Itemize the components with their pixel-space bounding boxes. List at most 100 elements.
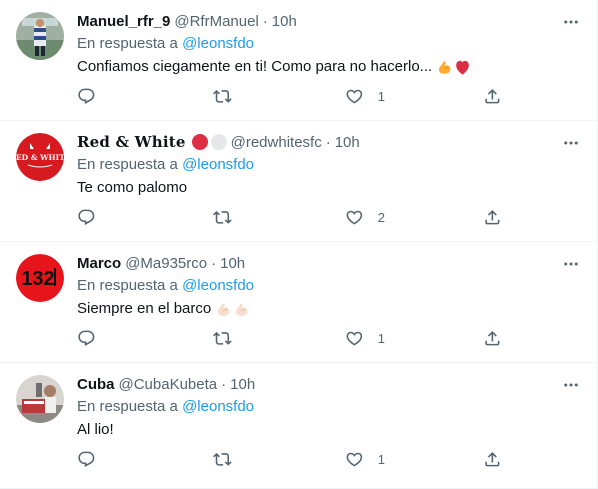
tweet[interactable]: Cuba @CubaKubeta · 10h En respuesta a @l…	[0, 363, 597, 489]
like-count: 1	[377, 330, 385, 346]
share-icon	[485, 452, 500, 467]
share-button[interactable]	[483, 450, 502, 469]
user-handle[interactable]: @Ma935rco	[125, 255, 207, 272]
retweet-icon	[213, 90, 232, 103]
timestamp[interactable]: 10h	[335, 134, 360, 151]
more-icon[interactable]	[561, 375, 581, 395]
retweet-button[interactable]	[213, 450, 246, 469]
reply-mention-link[interactable]: @leonsfdo	[182, 156, 254, 173]
timestamp[interactable]: 10h	[272, 13, 297, 30]
separator: ·	[221, 375, 227, 393]
more-icon[interactable]	[561, 254, 581, 274]
reply-context: En respuesta a @leonsfdo	[77, 35, 254, 52]
tweet-text: Al lio!	[77, 420, 114, 440]
retweet-button[interactable]	[213, 329, 246, 348]
reply-context: En respuesta a @leonsfdo	[77, 277, 254, 294]
heart-icon	[346, 89, 363, 104]
retweet-icon	[213, 211, 232, 224]
reply-context: En respuesta a @leonsfdo	[77, 398, 254, 415]
tweet-text: Siempre en el barco	[77, 299, 250, 319]
tweet-text-content: Te como palomo	[77, 179, 188, 196]
reply-context: En respuesta a @leonsfdo	[77, 156, 254, 173]
avatar[interactable]	[16, 12, 64, 60]
like-button[interactable]: 1	[345, 450, 385, 469]
reply-mention-link[interactable]: @leonsfdo	[182, 277, 254, 294]
retweet-button[interactable]	[213, 208, 246, 227]
reply-prefix: En respuesta a	[77, 398, 183, 415]
reply-icon	[78, 88, 95, 104]
logo-text: RED & WHITE	[16, 153, 64, 162]
timestamp[interactable]: 10h	[220, 255, 245, 272]
tweet-text: Te como palomo	[77, 178, 187, 198]
share-button[interactable]	[483, 329, 502, 348]
display-name[interactable]: Red & White	[77, 133, 186, 151]
tweet-text: Confiamos ciegamente en ti! Como para no…	[77, 57, 471, 77]
avatar[interactable]: RED & WHITE	[16, 133, 64, 181]
reply-icon	[78, 451, 95, 467]
tweet-header: Cuba @CubaKubeta · 10h	[77, 374, 255, 394]
tweet-header: Red & White @redwhitesfc · 10h	[77, 132, 360, 152]
display-name[interactable]: Marco	[77, 255, 121, 272]
retweet-button[interactable]	[213, 87, 246, 106]
user-handle[interactable]: @RfrManuel	[174, 13, 258, 30]
share-icon	[485, 89, 500, 104]
flexed-biceps-light-icon	[218, 302, 230, 316]
avatar[interactable]	[16, 375, 64, 423]
user-handle[interactable]: @CubaKubeta	[119, 376, 218, 393]
heart-icon	[346, 452, 363, 467]
display-name[interactable]: Manuel_rfr_9	[77, 13, 170, 30]
separator: ·	[325, 133, 331, 151]
reply-button[interactable]	[77, 329, 110, 348]
like-count: 2	[377, 209, 385, 225]
flexed-biceps-icon	[439, 60, 451, 74]
reply-icon	[78, 209, 95, 225]
like-button[interactable]: 1	[345, 87, 385, 106]
reply-mention-link[interactable]: @leonsfdo	[182, 35, 254, 52]
tweet[interactable]: RED & WHITE Red & White @redwhitesfc · 1…	[0, 121, 597, 242]
reply-prefix: En respuesta a	[77, 35, 183, 52]
share-icon	[485, 331, 500, 346]
share-button[interactable]	[483, 87, 502, 106]
more-icon[interactable]	[561, 12, 581, 32]
reply-mention-link[interactable]: @leonsfdo	[182, 398, 254, 415]
tweet-header: Marco @Ma935rco · 10h	[77, 253, 245, 273]
display-name[interactable]: Cuba	[77, 376, 115, 393]
white-circle-icon	[210, 134, 227, 150]
timestamp[interactable]: 10h	[230, 376, 255, 393]
user-handle[interactable]: @redwhitesfc	[231, 134, 322, 151]
tweet[interactable]: Manuel_rfr_9 @RfrManuel · 10h En respues…	[0, 0, 597, 121]
reply-prefix: En respuesta a	[77, 156, 183, 173]
avatar[interactable]: 132	[16, 254, 64, 302]
red-circle-icon	[191, 134, 208, 150]
like-count: 1	[377, 451, 385, 467]
like-count: 1	[377, 88, 385, 104]
avatar-image	[16, 12, 64, 60]
share-button[interactable]	[483, 208, 502, 227]
reply-button[interactable]	[77, 87, 110, 106]
tweet-text-content: Siempre en el barco	[77, 300, 212, 317]
red-white-logo: RED & WHITE	[16, 133, 64, 181]
tweet-actions: 1	[77, 450, 507, 472]
share-icon	[485, 210, 500, 225]
reply-button[interactable]	[77, 208, 110, 227]
tweet-actions: 1	[77, 329, 507, 351]
tweet-actions: 2	[77, 208, 507, 230]
more-icon[interactable]	[561, 133, 581, 153]
separator: ·	[211, 254, 217, 272]
like-button[interactable]: 1	[345, 329, 385, 348]
red-heart-icon	[456, 60, 470, 75]
tweet-text-content: Al lio!	[77, 421, 114, 438]
tweet[interactable]: 132 Marco @Ma935rco · 10h En respuesta a…	[0, 242, 597, 363]
tweet-text-content: Confiamos ciegamente en ti! Como para no…	[77, 58, 433, 75]
retweet-icon	[213, 453, 232, 466]
retweet-icon	[213, 332, 232, 345]
reply-button[interactable]	[77, 450, 110, 469]
heart-icon	[346, 210, 363, 225]
avatar-image	[16, 375, 64, 423]
marco-logo: 132	[16, 254, 64, 302]
reply-icon	[78, 330, 95, 346]
heart-icon	[346, 331, 363, 346]
like-button[interactable]: 2	[345, 208, 385, 227]
tweet-actions: 1	[77, 87, 507, 109]
flexed-biceps-light-icon	[236, 302, 248, 316]
